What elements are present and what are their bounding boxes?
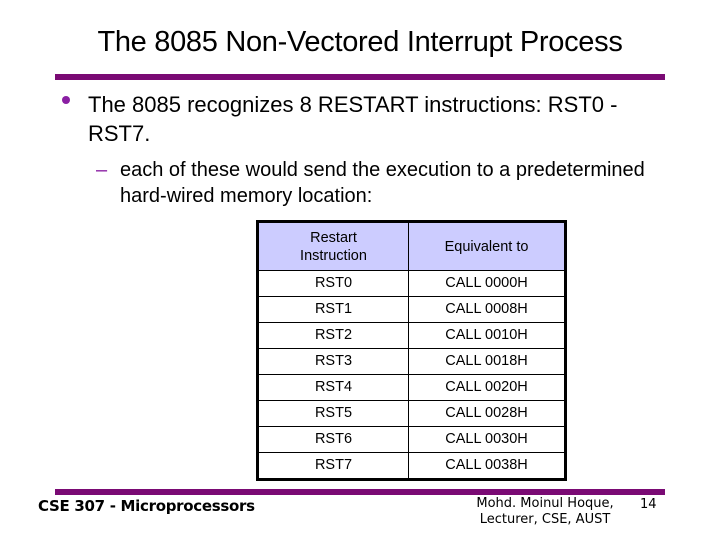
equivalent-call-cell: CALL 0000H [408, 270, 566, 297]
bullet-dot-icon [62, 96, 70, 104]
restart-instruction-cell: RST2 [257, 322, 409, 349]
table-row: RST7 CALL 0038H [257, 452, 566, 480]
bullet-text: The 8085 recognizes 8 RESTART instructio… [88, 92, 618, 146]
restart-instruction-cell: RST1 [257, 296, 409, 323]
equivalent-call-cell: CALL 0038H [408, 452, 566, 480]
footer-course: CSE 307 - Microprocessors [38, 497, 255, 515]
table-row: RST2 CALL 0010H [257, 322, 566, 349]
restart-instruction-cell: RST0 [257, 270, 409, 297]
table-row: RST3 CALL 0018H [257, 348, 566, 375]
table-row: RST0 CALL 0000H [257, 270, 566, 297]
footer-author: Mohd. Moinul Hoque, Lecturer, CSE, AUST [470, 496, 620, 528]
header-label: Restart Instruction [300, 229, 367, 264]
table-header-row: Restart Instruction Equivalent to [257, 221, 566, 271]
equivalent-call-cell: CALL 0018H [408, 348, 566, 375]
header-restart-instruction: Restart Instruction [257, 221, 409, 271]
sub-bullet-text: each of these would send the execution t… [120, 159, 645, 207]
page-number: 14 [640, 497, 657, 512]
equivalent-call-cell: CALL 0008H [408, 296, 566, 323]
equivalent-call-cell: CALL 0020H [408, 374, 566, 401]
sub-bullet-dash-icon: – [96, 159, 108, 181]
slide-title: The 8085 Non-Vectored Interrupt Process [97, 26, 623, 58]
restart-table: Restart Instruction Equivalent to RST0 CA… [256, 220, 567, 481]
header-label: Equivalent to [444, 238, 529, 255]
restart-instruction-cell: RST7 [257, 452, 409, 480]
restart-instruction-cell: RST3 [257, 348, 409, 375]
author-title: Lecturer, CSE, AUST [479, 512, 611, 527]
restart-instruction-cell: RST5 [257, 400, 409, 427]
table-row: RST4 CALL 0020H [257, 374, 566, 401]
restart-instruction-cell: RST4 [257, 374, 409, 401]
restart-instruction-cell: RST6 [257, 426, 409, 453]
header-equivalent-to: Equivalent to [408, 221, 566, 271]
footer-divider [55, 489, 665, 495]
title-divider [55, 74, 665, 80]
table-row: RST6 CALL 0030H [257, 426, 566, 453]
equivalent-call-cell: CALL 0010H [408, 322, 566, 349]
table-row: RST5 CALL 0028H [257, 400, 566, 427]
author-name: Mohd. Moinul Hoque, [476, 496, 614, 511]
table-row: RST1 CALL 0008H [257, 296, 566, 323]
equivalent-call-cell: CALL 0028H [408, 400, 566, 427]
equivalent-call-cell: CALL 0030H [408, 426, 566, 453]
